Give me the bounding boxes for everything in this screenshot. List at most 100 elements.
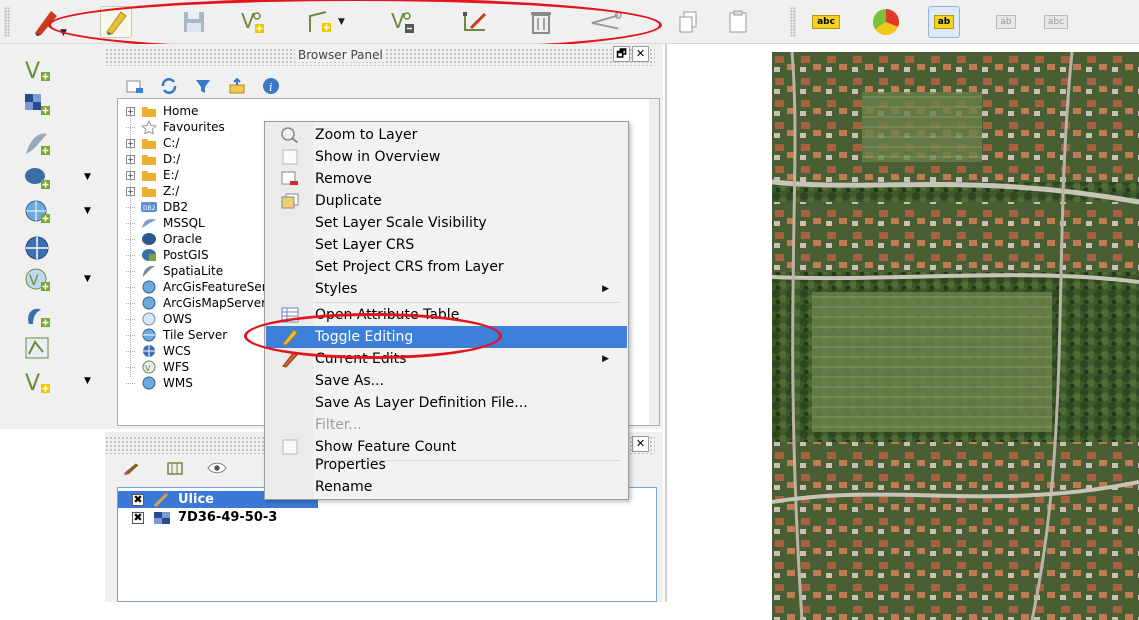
- add-postgis-layer-button[interactable]: [22, 164, 54, 192]
- move-feature-button[interactable]: V: [388, 6, 420, 38]
- tree-item-e-drive[interactable]: + E:/: [126, 167, 179, 183]
- tree-item-oracle[interactable]: Oracle: [126, 231, 202, 247]
- refresh-button[interactable]: [159, 76, 179, 96]
- collapse-icon: [229, 77, 245, 94]
- menu-item-remove[interactable]: Remove: [266, 168, 627, 190]
- tree-item-wcs[interactable]: WCS: [126, 343, 191, 359]
- tree-item-db2[interactable]: DB2 DB2: [126, 199, 188, 215]
- tree-connector: [126, 270, 135, 272]
- menu-item-duplicate[interactable]: Duplicate: [266, 190, 627, 212]
- expand-toggle[interactable]: +: [126, 186, 135, 196]
- menu-item-set-project-crs[interactable]: Set Project CRS from Layer: [266, 256, 627, 278]
- tree-item-d-drive[interactable]: + D:/: [126, 151, 180, 167]
- filter-browser-button[interactable]: [193, 76, 213, 96]
- add-line-feature-button[interactable]: [305, 6, 337, 38]
- line-layer-icon: [152, 492, 172, 507]
- add-raster-layer-button[interactable]: [22, 90, 54, 118]
- tree-item-arcgis-feature-server[interactable]: ArcGisFeatureServer: [126, 279, 286, 295]
- add-delimited-text-layer-button[interactable]: [22, 130, 54, 158]
- wfs-dropdown-arrow[interactable]: ▼: [84, 274, 91, 284]
- tree-item-favourites[interactable]: Favourites: [126, 119, 225, 135]
- tree-item-label: D:/: [163, 152, 181, 166]
- menu-item-toggle-editing[interactable]: Toggle Editing: [266, 326, 627, 348]
- current-edits-button[interactable]: [30, 6, 62, 38]
- menu-item-label: Styles: [315, 281, 358, 297]
- expand-toggle[interactable]: +: [126, 106, 135, 116]
- toolbar-grip[interactable]: [4, 7, 10, 37]
- tree-item-mssql[interactable]: MSSQL: [126, 215, 205, 231]
- close-panel-button[interactable]: ✕: [632, 46, 649, 62]
- highlight-pinned-labels-button[interactable]: ab: [928, 6, 960, 38]
- new-layer-dropdown-arrow[interactable]: ▼: [84, 376, 91, 386]
- layer-visibility-checkbox[interactable]: ✖: [132, 511, 144, 524]
- cut-features-button[interactable]: [590, 6, 622, 38]
- expand-toggle[interactable]: +: [126, 154, 135, 164]
- add-wcs-layer-button[interactable]: [22, 234, 54, 262]
- label-toolbar-grip[interactable]: [790, 7, 796, 37]
- menu-item-label: Zoom to Layer: [315, 127, 418, 143]
- menu-item-set-layer-crs[interactable]: Set Layer CRS: [266, 234, 627, 256]
- style-manager-button[interactable]: [123, 458, 143, 478]
- tree-item-arcgis-map-server[interactable]: ArcGisMapServer: [126, 295, 266, 311]
- layer-row-raster[interactable]: ✖ 7D36-49-50-3: [126, 509, 277, 526]
- map-canvas[interactable]: [668, 44, 1139, 620]
- save-edits-button[interactable]: [178, 6, 210, 38]
- add-wms-layer-button[interactable]: [22, 198, 54, 226]
- menu-item-save-as-layer-definition[interactable]: Save As Layer Definition File...: [266, 392, 627, 414]
- tree-item-wms[interactable]: WMS: [126, 375, 193, 391]
- add-wfs-layer-button[interactable]: V: [22, 266, 54, 294]
- add-feature-dropdown-arrow[interactable]: ▼: [338, 17, 345, 27]
- browser-panel-titlebar[interactable]: Browser Panel: [105, 48, 655, 66]
- collapse-all-button[interactable]: [227, 76, 247, 96]
- tree-item-postgis[interactable]: PostGIS: [126, 247, 209, 263]
- menu-item-set-layer-scale-visibility[interactable]: Set Layer Scale Visibility: [266, 212, 627, 234]
- tree-item-tile-server[interactable]: Tile Server: [126, 327, 227, 343]
- menu-item-current-edits[interactable]: Current Edits ▶: [266, 348, 627, 370]
- layer-labeling-button[interactable]: abc: [810, 6, 842, 38]
- layers-tree[interactable]: ✖ Ulice ✖ 7D36-49-50-3: [117, 487, 657, 602]
- tree-item-wfs[interactable]: V WFS: [126, 359, 189, 375]
- move-label-button[interactable]: ab: [990, 6, 1022, 38]
- add-point-feature-button[interactable]: V: [238, 6, 270, 38]
- menu-item-zoom-to-layer[interactable]: Zoom to Layer: [266, 124, 627, 146]
- close-layers-panel-button[interactable]: ✕: [632, 436, 649, 452]
- float-panel-button[interactable]: 🗗: [613, 46, 630, 62]
- current-edits-dropdown-arrow[interactable]: ▼: [60, 28, 67, 38]
- tree-item-z-drive[interactable]: + Z:/: [126, 183, 179, 199]
- menu-item-rename[interactable]: Rename: [266, 476, 627, 498]
- new-temporary-layer-button[interactable]: V: [22, 368, 54, 396]
- delete-selected-button[interactable]: [525, 6, 557, 38]
- menu-item-styles[interactable]: Styles ▶: [266, 278, 627, 300]
- tree-connector: [126, 302, 135, 304]
- wms-dropdown-arrow[interactable]: ▼: [84, 206, 91, 216]
- add-selected-layers-button[interactable]: [125, 76, 145, 96]
- tree-item-label: DB2: [163, 200, 189, 214]
- add-vector-layer-button[interactable]: V: [22, 56, 54, 84]
- menu-item-save-as[interactable]: Save As...: [266, 370, 627, 392]
- toggle-editing-button[interactable]: [100, 6, 132, 38]
- rotate-label-button[interactable]: abc: [1040, 6, 1072, 38]
- paste-features-button[interactable]: [722, 6, 754, 38]
- add-spatialite-layer-button[interactable]: [22, 302, 54, 330]
- menu-item-properties[interactable]: Properties: [266, 454, 627, 476]
- delete-icon: [531, 12, 551, 34]
- menu-item-open-attribute-table[interactable]: Open Attribute Table: [266, 304, 627, 326]
- manage-visibility-button[interactable]: [207, 458, 227, 478]
- postgis-dropdown-arrow[interactable]: ▼: [84, 172, 91, 182]
- expand-toggle[interactable]: +: [126, 138, 135, 148]
- diagram-options-button[interactable]: [870, 6, 902, 38]
- tree-item-ows[interactable]: OWS: [126, 311, 192, 327]
- properties-info-button[interactable]: i: [261, 76, 281, 96]
- new-shapefile-layer-button[interactable]: [22, 334, 54, 362]
- node-tool-button[interactable]: [460, 6, 492, 38]
- tree-item-c-drive[interactable]: + C:/: [126, 135, 179, 151]
- panel-splitter[interactable]: [665, 44, 667, 602]
- copy-features-button[interactable]: [672, 6, 704, 38]
- menu-item-show-in-overview[interactable]: Show in Overview: [266, 146, 627, 168]
- tree-item-home[interactable]: + Home: [126, 103, 198, 119]
- expand-toggle[interactable]: +: [126, 170, 135, 180]
- add-group-button[interactable]: [165, 458, 185, 478]
- layer-visibility-checkbox[interactable]: ✖: [132, 493, 144, 506]
- browser-tree-scrollbar[interactable]: [649, 99, 659, 425]
- tree-item-spatialite[interactable]: SpatiaLite: [126, 263, 223, 279]
